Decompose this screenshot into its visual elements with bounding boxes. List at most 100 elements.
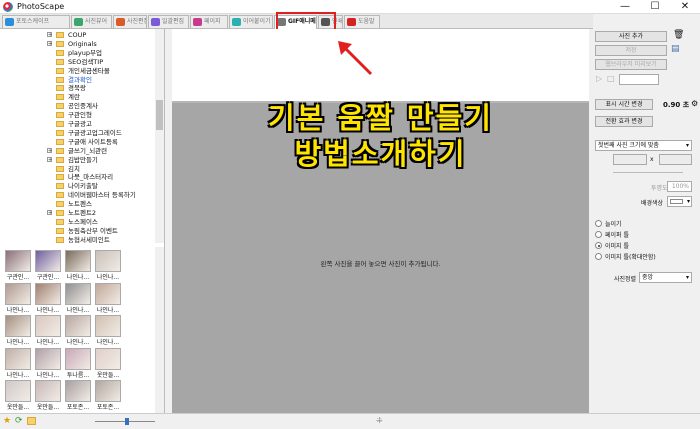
scroll-thumb[interactable]: [156, 100, 163, 130]
zoom-slider-handle[interactable]: [125, 418, 129, 425]
tree-item[interactable]: 구글애 사이트등록: [0, 138, 155, 146]
thumbnail[interactable]: 나인나...: [93, 282, 123, 314]
tree-item[interactable]: SEO검색TIP: [0, 58, 155, 66]
star-icon[interactable]: ★: [3, 416, 11, 426]
thumbnail-caption: 나인나...: [6, 371, 30, 379]
radio-button[interactable]: [595, 242, 602, 249]
width-field[interactable]: [613, 154, 647, 165]
align-select[interactable]: 중앙 ▾: [639, 272, 692, 283]
folder-icon: [56, 174, 64, 181]
tree-item[interactable]: 구관인형: [0, 111, 155, 119]
frame-field[interactable]: [619, 74, 659, 85]
tree-item[interactable]: 농협서세미인트: [0, 236, 155, 243]
save-button[interactable]: 저장: [595, 45, 667, 56]
change-transition-button[interactable]: 전환 효과 변경: [595, 116, 653, 127]
thumbnail[interactable]: 옷만들...: [33, 380, 63, 411]
tab-5[interactable]: 페이지: [190, 15, 228, 28]
play-icon[interactable]: ▷: [596, 74, 602, 83]
expand-icon[interactable]: +: [47, 40, 52, 46]
tree-item[interactable]: 노스페이스: [0, 218, 155, 226]
tab-label: 페이지: [204, 18, 221, 25]
preview-button[interactable]: 웹브라우저 미리보기: [595, 59, 667, 70]
tree-item[interactable]: 구글광고업그레이드: [0, 129, 155, 137]
thumbnail-scrollbar[interactable]: [155, 247, 164, 413]
tab-3[interactable]: 사진편집: [113, 15, 147, 28]
tree-item[interactable]: 구글광고: [0, 120, 155, 128]
tree-item[interactable]: 경북랑: [0, 84, 155, 92]
chevron-down-icon: ▾: [685, 274, 689, 281]
radio-button[interactable]: [595, 231, 602, 238]
thumbnail[interactable]: 옷만들...: [93, 347, 123, 379]
tree-item[interactable]: + 노트펜트2: [0, 209, 155, 217]
refresh-icon[interactable]: ⟳: [15, 416, 23, 426]
tree-scrollbar[interactable]: [155, 29, 164, 243]
thumbnail[interactable]: 나인나...: [93, 315, 123, 346]
radio-label: 이미지 틀(확대안함): [605, 254, 656, 261]
tree-item[interactable]: + 글쓰기_뇌관련: [0, 147, 155, 155]
thumbnail[interactable]: 나인나...: [3, 315, 33, 346]
thumbnail[interactable]: 나인나...: [3, 282, 33, 314]
minimize-button[interactable]: —: [610, 0, 640, 14]
expand-icon[interactable]: +: [47, 156, 52, 162]
tree-item[interactable]: + 김밥만들기: [0, 156, 155, 164]
thumbnail[interactable]: 나인나...: [33, 315, 63, 346]
thumbnail[interactable]: 나인나...: [33, 282, 63, 314]
stop-icon[interactable]: □: [607, 74, 615, 83]
close-button[interactable]: ✕: [670, 0, 700, 14]
thumbnail[interactable]: 옷만들...: [3, 380, 33, 411]
tree-item-label: 계란: [68, 93, 80, 102]
tree-item[interactable]: + Originals: [0, 40, 155, 48]
tree-item[interactable]: + COUP: [0, 31, 155, 39]
thumbnail-caption: 나인나...: [36, 306, 60, 314]
tab-2[interactable]: 사진뷰어: [71, 15, 112, 28]
thumbnail[interactable]: 나인나...: [33, 347, 63, 379]
opacity-slider[interactable]: [613, 172, 683, 173]
frame-strip[interactable]: [172, 29, 589, 101]
list-icon[interactable]: ▤: [671, 44, 680, 54]
folder-tree[interactable]: + COUP + Originals playup부업 SEO검색TIP 개인세금센타몰 결과…: [0, 29, 155, 243]
tab-1[interactable]: 포토스케이프: [2, 15, 70, 28]
thumbnail[interactable]: 나인나...: [93, 250, 123, 281]
maximize-button[interactable]: ☐: [640, 0, 670, 14]
opacity-field[interactable]: 100%: [667, 181, 692, 192]
tree-item[interactable]: 네이버웹마스터 등록하기: [0, 191, 155, 199]
thumbnail[interactable]: 나인나...: [3, 347, 33, 379]
thumbnail[interactable]: 나인나...: [63, 315, 93, 346]
trash-icon[interactable]: 🗑: [673, 30, 684, 40]
add-photo-button[interactable]: 사진 추가: [595, 31, 667, 42]
folder-icon[interactable]: [27, 417, 36, 425]
tree-item[interactable]: 결과확인: [0, 76, 155, 84]
expand-icon[interactable]: +: [47, 32, 52, 38]
resize-grip-icon[interactable]: ⁜: [376, 416, 383, 425]
tree-item[interactable]: 개인세금센타몰: [0, 67, 155, 75]
tree-item[interactable]: 농림축산부 이벤트: [0, 227, 155, 235]
tree-item[interactable]: 나이키출탈: [0, 182, 155, 190]
expand-icon[interactable]: +: [47, 147, 52, 153]
height-field[interactable]: [659, 154, 692, 165]
thumbnail-image: [65, 315, 91, 337]
thumbnail[interactable]: 나인나...: [63, 250, 93, 281]
tree-item[interactable]: 김치: [0, 165, 155, 173]
change-display-time-button[interactable]: 표시 시간 변경: [595, 99, 653, 110]
tree-item[interactable]: 나뭇_마스터자리: [0, 173, 155, 181]
tab-6[interactable]: 이어붙이기: [229, 15, 273, 28]
thumbnail[interactable]: 투나름...: [63, 347, 93, 379]
expand-icon[interactable]: +: [47, 210, 52, 216]
thumbnail-caption: 나인나...: [96, 339, 120, 346]
settings-icon[interactable]: ⚙: [691, 99, 698, 108]
tree-item[interactable]: 계란: [0, 93, 155, 101]
tree-item[interactable]: playup부업: [0, 49, 155, 57]
thumbnail[interactable]: 포토존...: [93, 380, 123, 411]
tab-4[interactable]: 일괄편집: [148, 15, 189, 28]
bg-color-select[interactable]: ▾: [667, 196, 692, 207]
tree-item[interactable]: 노트펜스: [0, 200, 155, 208]
thumbnail[interactable]: 나인나...: [63, 282, 93, 314]
size-select[interactable]: 첫번째 사진 크기에 맞춤 ▾: [595, 140, 692, 151]
radio-button[interactable]: [595, 220, 602, 227]
thumbnail[interactable]: 구관인...: [33, 250, 63, 281]
thumbnail[interactable]: 구관인...: [3, 250, 33, 281]
radio-button[interactable]: [595, 253, 602, 260]
tree-item[interactable]: 공인중계사: [0, 102, 155, 110]
thumbnail[interactable]: 포토존...: [63, 380, 93, 411]
tab-9[interactable]: 도움말: [344, 15, 380, 28]
